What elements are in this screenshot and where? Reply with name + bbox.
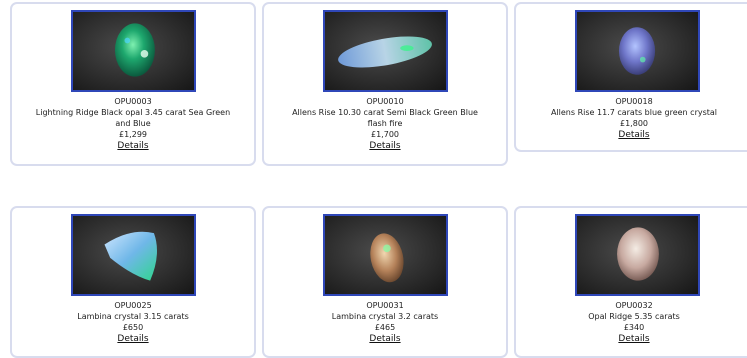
product-price: £465 <box>374 323 396 332</box>
product-info: OPU0031 Lambina crystal 3.2 carats £465 … <box>268 300 502 345</box>
product-info: OPU0010 Allens Rise 10.30 carat Semi Bla… <box>268 96 502 152</box>
opal-photo[interactable] <box>575 10 700 92</box>
opal-photo[interactable] <box>323 214 448 296</box>
details-link[interactable]: Details <box>369 141 400 152</box>
product-price: £650 <box>122 323 144 332</box>
product-price: £340 <box>623 323 645 332</box>
product-code: OPU0018 <box>615 97 653 106</box>
product-card: OPU0031 Lambina crystal 3.2 carats £465 … <box>262 206 508 358</box>
product-code: OPU0025 <box>114 301 152 310</box>
product-code: OPU0031 <box>366 301 404 310</box>
product-code: OPU0003 <box>114 97 152 106</box>
details-link[interactable]: Details <box>618 334 649 345</box>
product-description: Lightning Ridge Black opal 3.45 carat Se… <box>35 108 231 128</box>
product-info: OPU0018 Allens Rise 11.7 carats blue gre… <box>520 96 747 141</box>
details-link[interactable]: Details <box>369 334 400 345</box>
product-card: OPU0003 Lightning Ridge Black opal 3.45 … <box>10 2 256 166</box>
product-card: OPU0032 Opal Ridge 5.35 carats £340 Deta… <box>514 206 747 358</box>
details-link[interactable]: Details <box>117 141 148 152</box>
product-info: OPU0003 Lightning Ridge Black opal 3.45 … <box>16 96 250 152</box>
product-description: Allens Rise 11.7 carats blue green cryst… <box>550 108 718 117</box>
product-description: Lambina crystal 3.2 carats <box>331 312 439 321</box>
product-info: OPU0025 Lambina crystal 3.15 carats £650… <box>16 300 250 345</box>
opal-photo[interactable] <box>575 214 700 296</box>
opal-photo[interactable] <box>71 10 196 92</box>
opal-photo[interactable] <box>71 214 196 296</box>
product-card: OPU0018 Allens Rise 11.7 carats blue gre… <box>514 2 747 152</box>
product-code: OPU0032 <box>615 301 653 310</box>
product-price: £1,700 <box>371 130 399 139</box>
product-price: £1,299 <box>119 130 147 139</box>
product-info: OPU0032 Opal Ridge 5.35 carats £340 Deta… <box>520 300 747 345</box>
product-card: OPU0010 Allens Rise 10.30 carat Semi Bla… <box>262 2 508 166</box>
product-description: Opal Ridge 5.35 carats <box>588 312 680 321</box>
product-description: Allens Rise 10.30 carat Semi Black Green… <box>292 108 478 128</box>
details-link[interactable]: Details <box>117 334 148 345</box>
opal-photo[interactable] <box>323 10 448 92</box>
product-card: OPU0025 Lambina crystal 3.15 carats £650… <box>10 206 256 358</box>
product-code: OPU0010 <box>366 97 404 106</box>
product-description: Lambina crystal 3.15 carats <box>77 312 189 321</box>
details-link[interactable]: Details <box>618 130 649 141</box>
product-price: £1,800 <box>620 119 648 128</box>
